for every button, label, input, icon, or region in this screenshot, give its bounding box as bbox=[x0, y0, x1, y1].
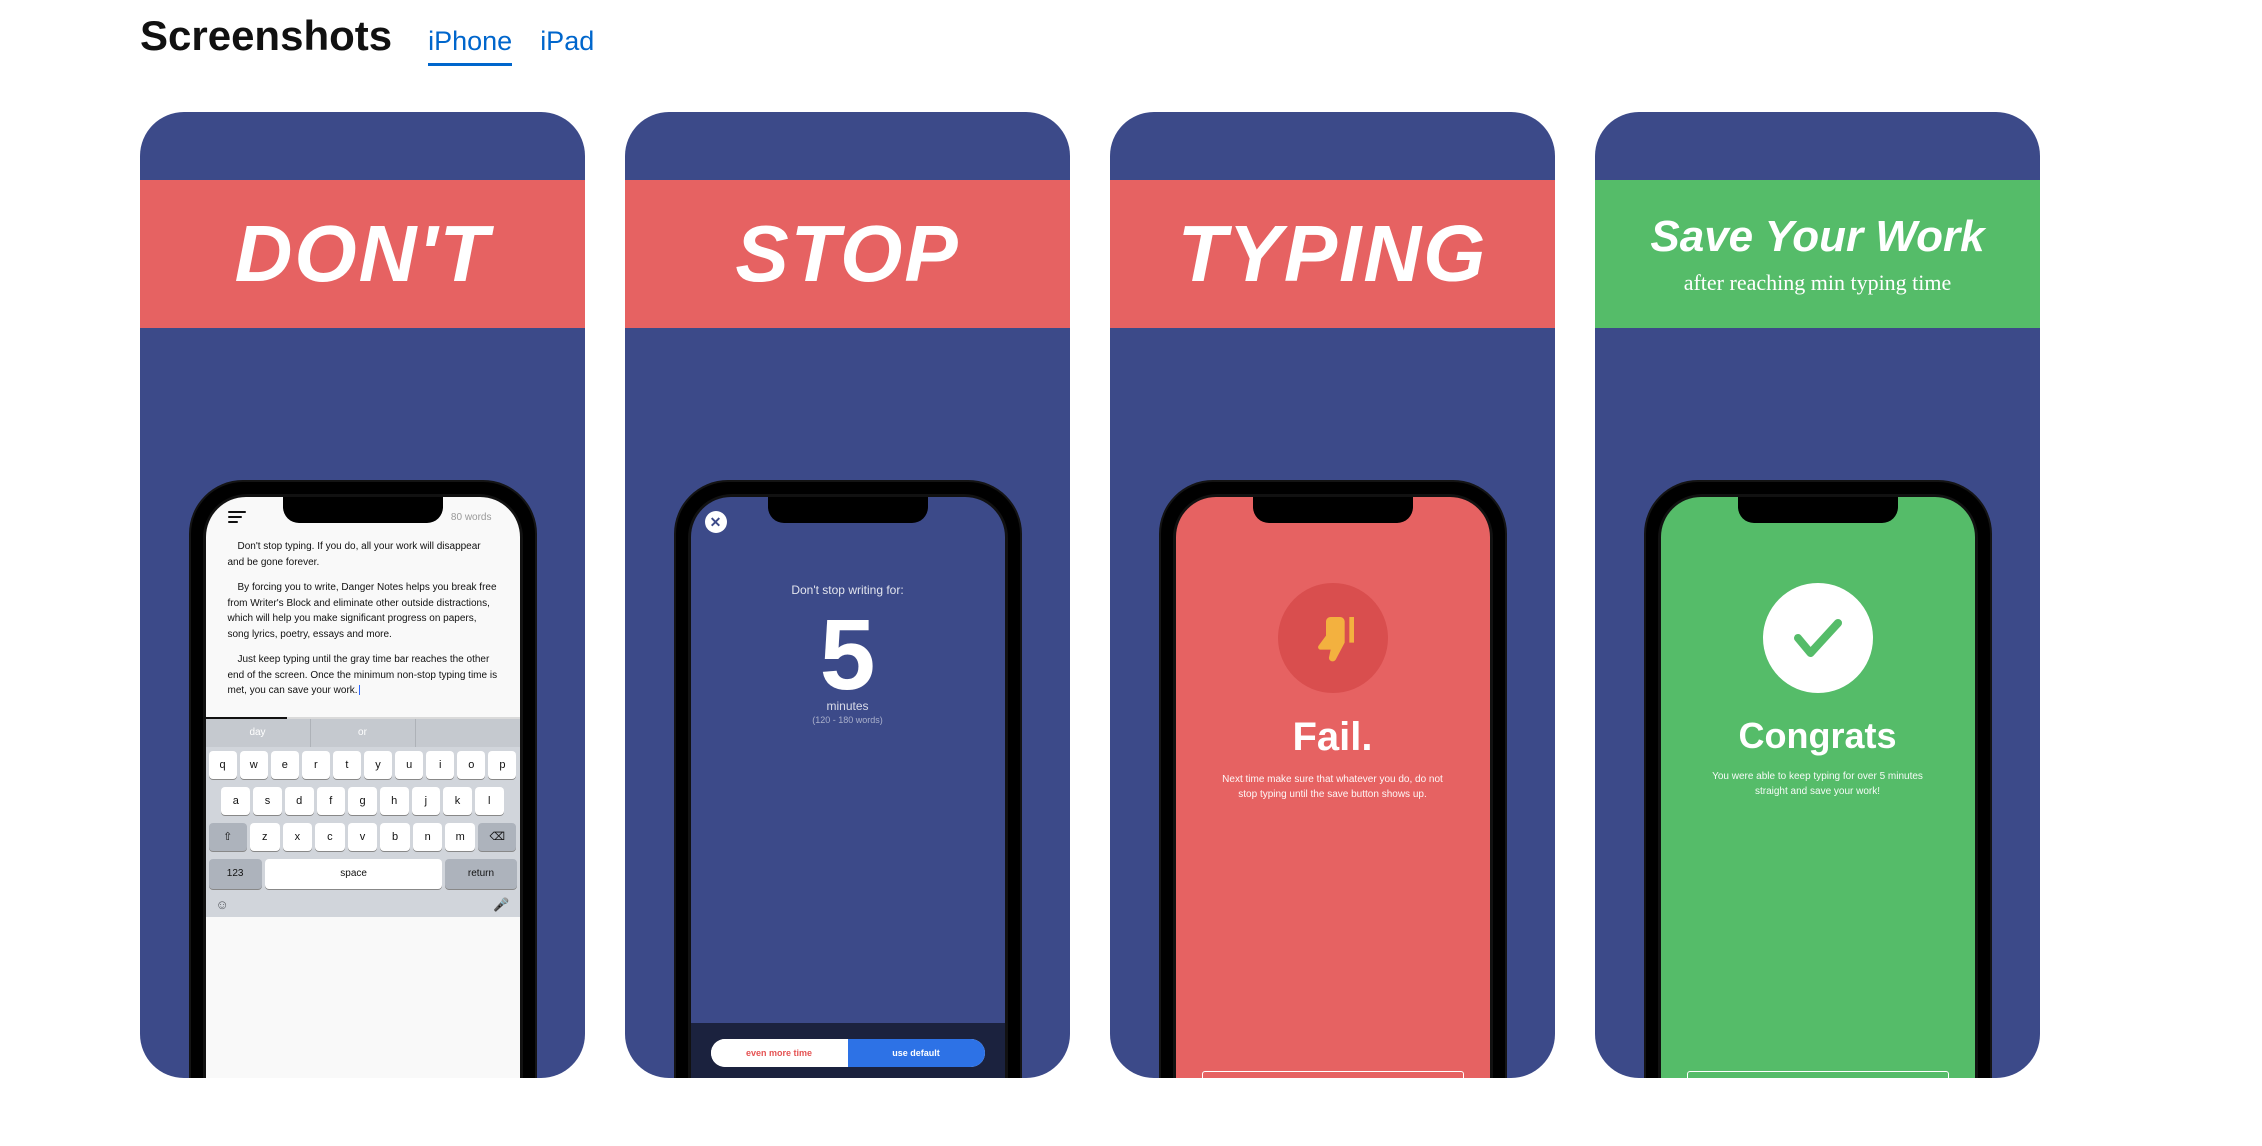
key[interactable]: k bbox=[443, 787, 472, 815]
time-mode-toggle[interactable]: even more time use default bbox=[711, 1039, 985, 1067]
emoji-icon[interactable]: ☺ bbox=[216, 897, 229, 913]
return-key[interactable]: return bbox=[445, 859, 516, 889]
device-tabs: iPhone iPad bbox=[428, 26, 594, 70]
keyboard-row: q w e r t y u i o p bbox=[206, 747, 520, 783]
keyboard-row: 123 space return bbox=[206, 855, 520, 895]
key[interactable]: e bbox=[271, 751, 299, 779]
keyboard-row: a s d f g h j k l bbox=[206, 783, 520, 819]
key[interactable]: r bbox=[302, 751, 330, 779]
numbers-key[interactable]: 123 bbox=[209, 859, 262, 889]
key[interactable]: x bbox=[283, 823, 313, 851]
mic-icon[interactable]: 🎤 bbox=[493, 897, 509, 913]
close-icon[interactable]: ✕ bbox=[705, 511, 727, 533]
word-count-label: 80 words bbox=[451, 512, 492, 523]
space-key[interactable]: space bbox=[265, 859, 443, 889]
keyboard-suggestions-row: day or bbox=[206, 719, 520, 747]
banner-word: STOP bbox=[735, 208, 959, 300]
toggle-option-more-time[interactable]: even more time bbox=[711, 1039, 848, 1067]
phone-notch bbox=[768, 497, 928, 523]
checkmark-icon bbox=[1763, 583, 1873, 693]
phone-screen-timer: ✕ Don't stop writing for: 5 minutes (120… bbox=[691, 497, 1005, 1078]
phone-frame: ✕ Don't stop writing for: 5 minutes (120… bbox=[674, 480, 1022, 1078]
key[interactable]: i bbox=[426, 751, 454, 779]
phone-screen-editor: 80 words Don't stop typing. If you do, a… bbox=[206, 497, 520, 1078]
phone-screen-success: Congrats You were able to keep typing fo… bbox=[1661, 497, 1975, 1078]
key[interactable]: f bbox=[317, 787, 346, 815]
promo-banner: STOP bbox=[625, 180, 1070, 328]
key[interactable]: m bbox=[445, 823, 475, 851]
screenshots-section: Screenshots iPhone iPad DON'T 80 words D… bbox=[0, 0, 2262, 1146]
phone-notch bbox=[283, 497, 443, 523]
phone-frame: Congrats You were able to keep typing fo… bbox=[1644, 480, 1992, 1078]
promo-banner: Save Your Work after reaching min typing… bbox=[1595, 180, 2040, 328]
phone-notch bbox=[1253, 497, 1413, 523]
fail-title: Fail. bbox=[1176, 715, 1490, 760]
key[interactable]: q bbox=[209, 751, 237, 779]
phone-frame: Fail. Next time make sure that whatever … bbox=[1159, 480, 1507, 1078]
key[interactable]: v bbox=[348, 823, 378, 851]
keyboard-suggestion[interactable]: day bbox=[206, 719, 311, 747]
editor-body[interactable]: Don't stop typing. If you do, all your w… bbox=[206, 527, 520, 717]
key[interactable]: w bbox=[240, 751, 268, 779]
phone-screen-fail: Fail. Next time make sure that whatever … bbox=[1176, 497, 1490, 1078]
screenshot-card[interactable]: Save Your Work after reaching min typing… bbox=[1595, 112, 2040, 1078]
timer-controls-panel: even more time use default bbox=[691, 1023, 1005, 1078]
banner-subtitle: after reaching min typing time bbox=[1684, 270, 1952, 296]
promo-banner: TYPING bbox=[1110, 180, 1555, 328]
keyboard-suggestion[interactable]: or bbox=[311, 719, 416, 747]
editor-paragraph: Just keep typing until the gray time bar… bbox=[228, 652, 498, 699]
timer-word-range: (120 - 180 words) bbox=[691, 715, 1005, 725]
promo-banner: DON'T bbox=[140, 180, 585, 328]
section-title: Screenshots bbox=[140, 12, 392, 60]
screenshot-card[interactable]: TYPING Fail. Next time make sure that wh… bbox=[1110, 112, 1555, 1078]
keyboard-suggestion[interactable] bbox=[416, 719, 520, 747]
tab-iphone[interactable]: iPhone bbox=[428, 26, 512, 66]
fail-body: Next time make sure that whatever you do… bbox=[1176, 772, 1490, 802]
key[interactable]: s bbox=[253, 787, 282, 815]
tab-ipad[interactable]: iPad bbox=[540, 26, 594, 66]
key[interactable]: u bbox=[395, 751, 423, 779]
success-body: You were able to keep typing for over 5 … bbox=[1661, 769, 1975, 799]
timer-prompt: Don't stop writing for: bbox=[691, 583, 1005, 597]
key[interactable]: o bbox=[457, 751, 485, 779]
shift-key[interactable]: ⇧ bbox=[209, 823, 247, 851]
key[interactable]: j bbox=[412, 787, 441, 815]
key[interactable]: l bbox=[475, 787, 504, 815]
banner-word: DON'T bbox=[235, 208, 491, 300]
text-caret bbox=[359, 685, 360, 695]
editor-paragraph: Don't stop typing. If you do, all your w… bbox=[228, 539, 498, 570]
key[interactable]: b bbox=[380, 823, 410, 851]
timer-value: 5 bbox=[691, 605, 1005, 705]
menu-icon[interactable] bbox=[228, 511, 246, 523]
ios-keyboard[interactable]: day or q w e r t y u i bbox=[206, 719, 520, 917]
key[interactable]: a bbox=[221, 787, 250, 815]
key[interactable]: p bbox=[488, 751, 516, 779]
screenshots-row[interactable]: DON'T 80 words Don't stop typing. If you… bbox=[140, 112, 2122, 1078]
key[interactable]: z bbox=[250, 823, 280, 851]
toggle-option-use-default[interactable]: use default bbox=[848, 1039, 985, 1067]
key[interactable]: g bbox=[348, 787, 377, 815]
success-title: Congrats bbox=[1661, 715, 1975, 757]
key[interactable]: t bbox=[333, 751, 361, 779]
banner-title: Save Your Work bbox=[1650, 212, 1984, 262]
phone-frame: 80 words Don't stop typing. If you do, a… bbox=[189, 480, 537, 1078]
delete-key[interactable]: ⌫ bbox=[478, 823, 516, 851]
section-header: Screenshots iPhone iPad bbox=[140, 12, 2122, 70]
keyboard-row: ⇧ z x c v b n m ⌫ bbox=[206, 819, 520, 855]
keyboard-footer: ☺ 🎤 bbox=[206, 895, 520, 917]
timer-unit: minutes bbox=[691, 699, 1005, 713]
key[interactable]: c bbox=[315, 823, 345, 851]
banner-word: TYPING bbox=[1178, 208, 1488, 300]
try-again-button[interactable]: try again bbox=[1202, 1071, 1464, 1078]
screenshot-card[interactable]: STOP ✕ Don't stop writing for: 5 minutes… bbox=[625, 112, 1070, 1078]
key[interactable]: y bbox=[364, 751, 392, 779]
editor-paragraph: By forcing you to write, Danger Notes he… bbox=[228, 580, 498, 642]
keep-typing-button[interactable]: keep typing bbox=[1687, 1071, 1949, 1078]
thumbs-down-icon bbox=[1278, 583, 1388, 693]
phone-notch bbox=[1738, 497, 1898, 523]
key[interactable]: d bbox=[285, 787, 314, 815]
key[interactable]: n bbox=[413, 823, 443, 851]
screenshot-card[interactable]: DON'T 80 words Don't stop typing. If you… bbox=[140, 112, 585, 1078]
key[interactable]: h bbox=[380, 787, 409, 815]
